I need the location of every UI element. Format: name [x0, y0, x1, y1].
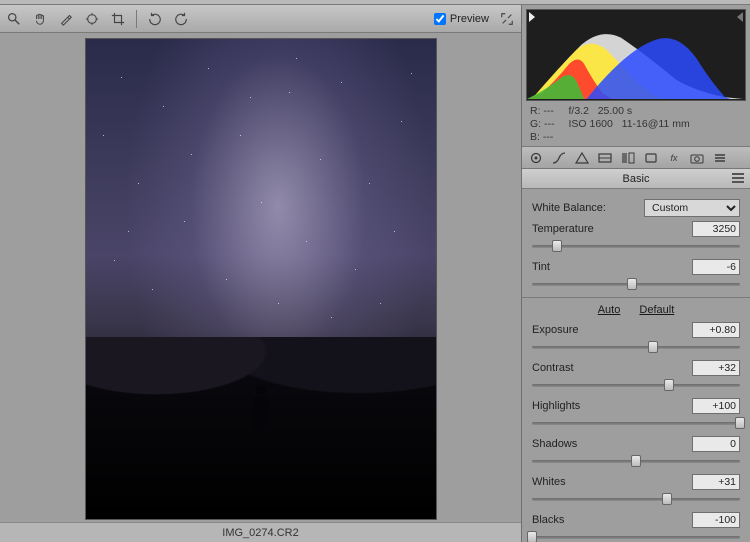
panel-title-bar: Basic [522, 169, 750, 189]
filename-label: IMG_0274.CR2 [222, 527, 298, 539]
readout-r: R: --- [530, 105, 555, 118]
panel-title: Basic [623, 173, 650, 185]
shadows-value[interactable] [692, 436, 740, 452]
readout-g: G: --- [530, 118, 555, 131]
readout-aperture: f/3.2 [569, 105, 589, 117]
preview-checkbox-input[interactable] [434, 13, 446, 25]
tab-detail-icon[interactable] [574, 151, 590, 165]
blacks-value[interactable] [692, 512, 740, 528]
panel-menu-icon[interactable] [732, 173, 744, 183]
readout-iso: ISO 1600 [569, 118, 613, 130]
exposure-row: Exposure [532, 322, 740, 338]
exposure-value[interactable] [692, 322, 740, 338]
auto-default-row: Auto Default [532, 304, 740, 316]
white-balance-label: White Balance: [532, 202, 644, 214]
tab-presets-icon[interactable] [712, 151, 728, 165]
histogram[interactable] [526, 9, 746, 101]
whites-slider[interactable] [532, 492, 740, 506]
filename-bar: IMG_0274.CR2 [0, 522, 521, 542]
whites-label: Whites [532, 476, 692, 488]
contrast-slider[interactable] [532, 378, 740, 392]
panel-tab-strip: fx [522, 147, 750, 169]
white-balance-tool-icon[interactable] [58, 11, 74, 27]
image-preview[interactable] [86, 39, 436, 519]
photo-silhouette [250, 385, 272, 433]
tab-hsl-icon[interactable] [597, 151, 613, 165]
tab-fx-icon[interactable]: fx [666, 151, 682, 165]
blacks-slider[interactable] [532, 530, 740, 542]
blacks-label: Blacks [532, 514, 692, 526]
preview-checkbox-label: Preview [450, 13, 489, 25]
toolbar-separator [136, 10, 137, 28]
temperature-value[interactable] [692, 221, 740, 237]
basic-panel-body: White Balance: Custom Temperature Tint A… [522, 189, 750, 542]
rotate-cw-icon[interactable] [173, 11, 189, 27]
top-toolbar: Preview [0, 5, 521, 33]
tint-row: Tint [532, 259, 740, 275]
readout-b: B: --- [530, 131, 555, 144]
shadows-slider[interactable] [532, 454, 740, 468]
highlights-label: Highlights [532, 400, 692, 412]
auto-link[interactable]: Auto [598, 304, 621, 316]
tab-camera-icon[interactable] [689, 151, 705, 165]
contrast-row: Contrast [532, 360, 740, 376]
color-sampler-icon[interactable] [84, 11, 100, 27]
info-readout: R: --- G: --- B: --- f/3.2 25.00 s ISO 1… [522, 101, 750, 147]
crop-tool-icon[interactable] [110, 11, 126, 27]
white-balance-select[interactable]: Custom [644, 199, 740, 217]
readout-shutter: 25.00 s [598, 105, 632, 117]
highlights-row: Highlights [532, 398, 740, 414]
camera-raw-window: Preview [0, 4, 750, 542]
shadows-row: Shadows [532, 436, 740, 452]
tint-label: Tint [532, 261, 692, 273]
contrast-value[interactable] [692, 360, 740, 376]
zoom-tool-icon[interactable] [6, 11, 22, 27]
tab-basic-icon[interactable] [528, 151, 544, 165]
blacks-row: Blacks [532, 512, 740, 528]
highlights-slider[interactable] [532, 416, 740, 430]
fullscreen-icon[interactable] [499, 11, 515, 27]
tab-split-icon[interactable] [620, 151, 636, 165]
temperature-slider[interactable] [532, 239, 740, 253]
preview-area [0, 33, 521, 522]
preview-checkbox[interactable]: Preview [434, 13, 489, 25]
highlights-value[interactable] [692, 398, 740, 414]
divider [522, 297, 750, 298]
exposure-slider[interactable] [532, 340, 740, 354]
hand-tool-icon[interactable] [32, 11, 48, 27]
shadows-label: Shadows [532, 438, 692, 450]
readout-lens: 11-16@11 mm [622, 118, 690, 130]
exif-readout: f/3.2 25.00 s ISO 1600 11-16@11 mm [569, 105, 690, 144]
contrast-label: Contrast [532, 362, 692, 374]
temperature-row: Temperature [532, 221, 740, 237]
tab-curve-icon[interactable] [551, 151, 567, 165]
tint-slider[interactable] [532, 277, 740, 291]
default-link[interactable]: Default [639, 304, 674, 316]
tint-value[interactable] [692, 259, 740, 275]
whites-row: Whites [532, 474, 740, 490]
rgb-readout: R: --- G: --- B: --- [530, 105, 555, 144]
temperature-label: Temperature [532, 223, 692, 235]
tab-lens-icon[interactable] [643, 151, 659, 165]
white-balance-row: White Balance: Custom [532, 199, 740, 217]
whites-value[interactable] [692, 474, 740, 490]
preview-column: Preview [0, 5, 522, 542]
rotate-ccw-icon[interactable] [147, 11, 163, 27]
adjustments-panel: R: --- G: --- B: --- f/3.2 25.00 s ISO 1… [522, 5, 750, 542]
exposure-label: Exposure [532, 324, 692, 336]
histogram-graph [527, 10, 745, 99]
